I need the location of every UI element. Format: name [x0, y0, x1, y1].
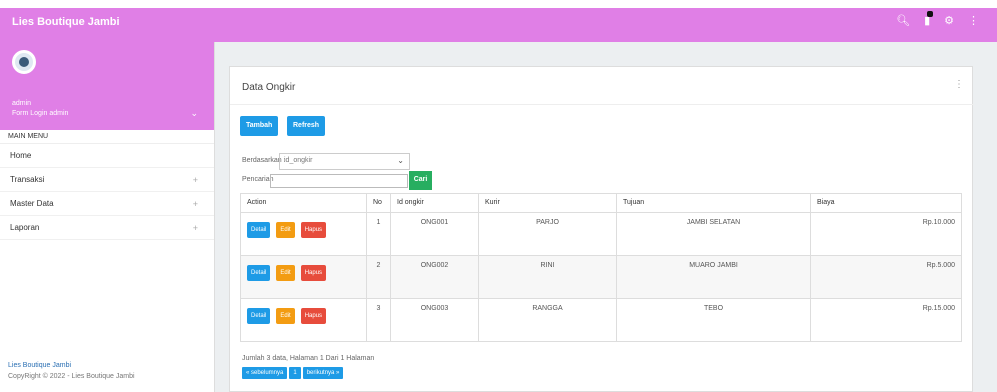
pagination-info: Jumlah 3 data, Halaman 1 Dari 1 Halaman: [242, 355, 375, 362]
more-vertical-icon[interactable]: ⋮: [954, 79, 964, 90]
sidebar-item-master-data[interactable]: Master Data +: [0, 192, 214, 216]
table-header-row: Action No Id ongkir Kurir Tujuan Biaya: [240, 193, 962, 213]
tambah-button[interactable]: Tambah: [240, 116, 279, 136]
app-title[interactable]: Lies Boutique Jambi: [12, 16, 120, 28]
refresh-button[interactable]: Refresh: [287, 116, 326, 136]
column-header: No: [366, 193, 391, 213]
pencarian-label: Pencarian: [242, 176, 274, 183]
action-cell: Detail Edit Hapus: [240, 255, 367, 299]
id-ongkir-cell: ONG001: [390, 212, 479, 256]
prev-page-button[interactable]: « sebelumnya: [242, 367, 288, 379]
id-ongkir-cell: ONG003: [390, 298, 479, 342]
top-navbar: Lies Boutique Jambi 🔍︎ ▮ ⚙ ⋮: [0, 0, 997, 42]
hapus-button[interactable]: Hapus: [300, 222, 327, 238]
sidebar-item-home[interactable]: Home: [0, 144, 214, 168]
user-name: admin: [12, 100, 32, 107]
kurir-cell: PARJO: [478, 212, 617, 256]
cari-button[interactable]: Cari: [409, 171, 432, 190]
top-icons: 🔍︎ ▮ ⚙ ⋮: [896, 11, 979, 27]
column-header: Id ongkir: [390, 193, 479, 213]
sidebar: admin Form Login admin ⌄ MAIN MENU Home …: [0, 42, 215, 392]
page-title: Data Ongkir: [242, 82, 296, 93]
tujuan-cell: TEBO: [616, 298, 811, 342]
next-page-button[interactable]: berikutnya »: [302, 367, 344, 379]
ongkir-table: Action No Id ongkir Kurir Tujuan Biaya D…: [240, 193, 962, 342]
search-icon[interactable]: 🔍︎: [896, 14, 910, 27]
table-row: Detail Edit Hapus 1 ONG001 PARJO JAMBI SEL…: [240, 212, 962, 256]
footer-copyright: CopyRight © 2022 - Lies Boutique Jambi: [8, 373, 135, 380]
bell-icon[interactable]: ▮: [924, 11, 934, 27]
chevron-down-icon[interactable]: ⌄: [190, 108, 198, 119]
sidebar-item-label: Home: [10, 151, 32, 160]
kurir-cell: RINI: [478, 255, 617, 299]
berdasarkan-select[interactable]: id_ongkir ⌄: [279, 153, 410, 170]
hapus-button[interactable]: Hapus: [300, 265, 327, 281]
biaya-cell: Rp.5.000: [810, 255, 962, 299]
no-cell: 1: [366, 212, 391, 256]
sidebar-item-label: Transaksi: [10, 175, 45, 184]
sidebar-item-label: Laporan: [10, 223, 40, 232]
chevron-down-icon: ⌄: [397, 156, 404, 165]
biaya-cell: Rp.10.000: [810, 212, 962, 256]
footer-brand[interactable]: Lies Boutique Jambi: [8, 362, 71, 369]
biaya-cell: Rp.15.000: [810, 298, 962, 342]
plus-icon: +: [192, 175, 198, 185]
detail-button[interactable]: Detail: [247, 265, 271, 281]
edit-button[interactable]: Edit: [276, 308, 295, 324]
edit-button[interactable]: Edit: [276, 265, 295, 281]
no-cell: 2: [366, 255, 391, 299]
plus-icon: +: [192, 199, 198, 209]
column-header: Tujuan: [616, 193, 811, 213]
divider: [230, 104, 974, 105]
sidebar-item-label: Master Data: [10, 199, 54, 208]
hapus-button[interactable]: Hapus: [300, 308, 327, 324]
edit-button[interactable]: Edit: [276, 222, 295, 238]
settings-icon[interactable]: ⚙: [944, 14, 954, 27]
berdasarkan-value: id_ongkir: [284, 157, 313, 164]
page-1-button[interactable]: 1: [289, 367, 301, 379]
menu-header: MAIN MENU: [0, 130, 214, 144]
table-row: Detail Edit Hapus 3 ONG003 RANGGA TEBO Rp.…: [240, 298, 962, 342]
column-header: Kurir: [478, 193, 617, 213]
detail-button[interactable]: Detail: [247, 222, 271, 238]
tujuan-cell: JAMBI SELATAN: [616, 212, 811, 256]
action-cell: Detail Edit Hapus: [240, 298, 367, 342]
column-header: Biaya: [810, 193, 962, 213]
table-row: Detail Edit Hapus 2 ONG002 RINI MUARO JAMB…: [240, 255, 962, 299]
column-header: Action: [240, 193, 367, 213]
action-cell: Detail Edit Hapus: [240, 212, 367, 256]
kurir-cell: RANGGA: [478, 298, 617, 342]
user-role: Form Login admin: [12, 110, 69, 117]
sidebar-item-laporan[interactable]: Laporan +: [0, 216, 214, 240]
detail-button[interactable]: Detail: [247, 308, 271, 324]
id-ongkir-cell: ONG002: [390, 255, 479, 299]
no-cell: 3: [366, 298, 391, 342]
plus-icon: +: [192, 223, 198, 233]
data-ongkir-card: Data Ongkir ⋮ Tambah Refresh Berdasarkan…: [229, 66, 974, 392]
pagination: « sebelumnya 1 berikutnya »: [242, 367, 344, 379]
avatar: [12, 50, 36, 74]
user-profile: admin Form Login admin ⌄: [0, 42, 214, 130]
more-vertical-icon[interactable]: ⋮: [968, 14, 979, 27]
tujuan-cell: MUARO JAMBI: [616, 255, 811, 299]
search-input[interactable]: [270, 174, 408, 188]
sidebar-item-transaksi[interactable]: Transaksi +: [0, 168, 214, 192]
